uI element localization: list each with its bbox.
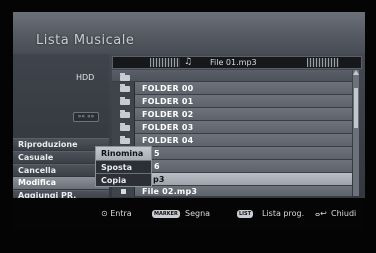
submenu-item-copia[interactable]: Copia [96, 173, 151, 186]
folder-icon [120, 110, 130, 118]
enter-hint: ⊙ Entra [101, 209, 132, 218]
progress-stripes-left [150, 58, 180, 67]
list-item-label: 5 [154, 149, 160, 158]
osd-icon: »« «» [73, 112, 99, 122]
folder-icon [120, 84, 130, 92]
submenu-item-rinomina[interactable]: Rinomina [96, 147, 151, 160]
folder-icon [120, 123, 130, 131]
submenu-item-sposta[interactable]: Sposta [96, 160, 151, 173]
now-playing-file: File 01.mp3 [210, 58, 257, 67]
return-icon: ⴰ↩ [315, 209, 327, 218]
marker-button-icon: MARKER [152, 210, 180, 218]
folder-icon [120, 97, 130, 105]
list-item-label: FOLDER 01 [142, 97, 194, 106]
parent-folder-row[interactable] [112, 70, 352, 82]
list-prog-hint: Lista prog. [262, 209, 305, 218]
page-title: Lista Musicale [36, 33, 135, 48]
folder-icon [120, 136, 130, 144]
mark-hint: Segna [185, 209, 211, 218]
file-icon [121, 189, 126, 194]
close-hint: Chiudi [331, 209, 357, 218]
music-note-icon: ♫ [184, 57, 193, 67]
list-button-icon: LIST [237, 210, 254, 218]
list-item-label: 6 [154, 162, 160, 171]
list-item-label: FOLDER 03 [142, 123, 194, 132]
list-item-label: FOLDER 00 [142, 84, 194, 93]
scroll-thumb[interactable] [354, 88, 358, 128]
scroll-up-arrow-icon[interactable] [353, 70, 359, 75]
parent-folder-icon [120, 73, 130, 81]
list-item-label: FOLDER 02 [142, 110, 194, 119]
hdd-label: HDD [76, 73, 95, 82]
progress-stripes-right [307, 58, 339, 67]
